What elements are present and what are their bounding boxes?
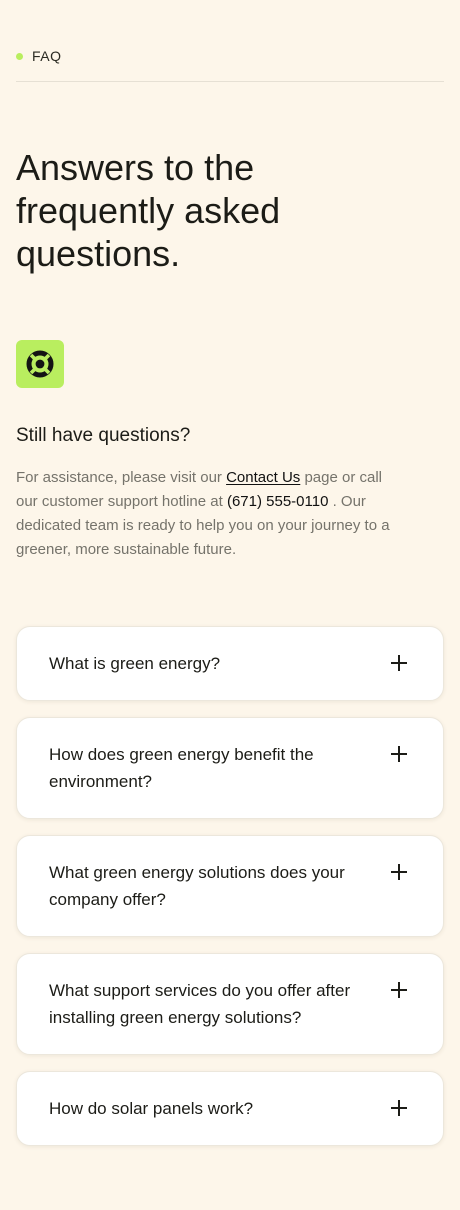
support-title: Still have questions?	[16, 425, 191, 446]
lifebuoy-icon	[26, 350, 54, 378]
support-badge	[16, 340, 64, 388]
eyebrow-dot-icon	[16, 52, 23, 60]
faq-item[interactable]: What is green energy?	[16, 626, 444, 701]
faq-item[interactable]: What support services do you offer after…	[16, 953, 444, 1055]
plus-icon[interactable]	[391, 864, 407, 880]
support-text-before: For assistance, please visit our	[16, 469, 227, 486]
faq-item[interactable]: How does green energy benefit the enviro…	[16, 717, 444, 819]
page-title: Answers to the frequently asked question…	[16, 147, 281, 274]
plus-icon[interactable]	[391, 746, 407, 762]
faq-question: What support services do you offer after…	[49, 981, 351, 1027]
faq-question: How do solar panels work?	[49, 1099, 254, 1118]
faq-item[interactable]: What green energy solutions does your co…	[16, 835, 444, 937]
faq-item[interactable]: How do solar panels work?	[16, 1071, 444, 1146]
plus-icon[interactable]	[391, 655, 407, 671]
support-text: For assistance, please visit our Contact…	[16, 466, 406, 562]
plus-icon[interactable]	[391, 982, 407, 998]
eyebrow-label: FAQ	[32, 48, 62, 64]
divider	[16, 81, 444, 82]
faq-question: What green energy solutions does your co…	[49, 863, 345, 909]
plus-icon[interactable]	[391, 1100, 407, 1116]
support-phone[interactable]: (671) 555-0110	[227, 493, 328, 510]
faq-question: What is green energy?	[49, 654, 221, 673]
section-eyebrow: FAQ	[16, 48, 62, 64]
faq-question: How does green energy benefit the enviro…	[49, 745, 314, 791]
contact-us-link[interactable]: Contact Us	[226, 469, 300, 486]
